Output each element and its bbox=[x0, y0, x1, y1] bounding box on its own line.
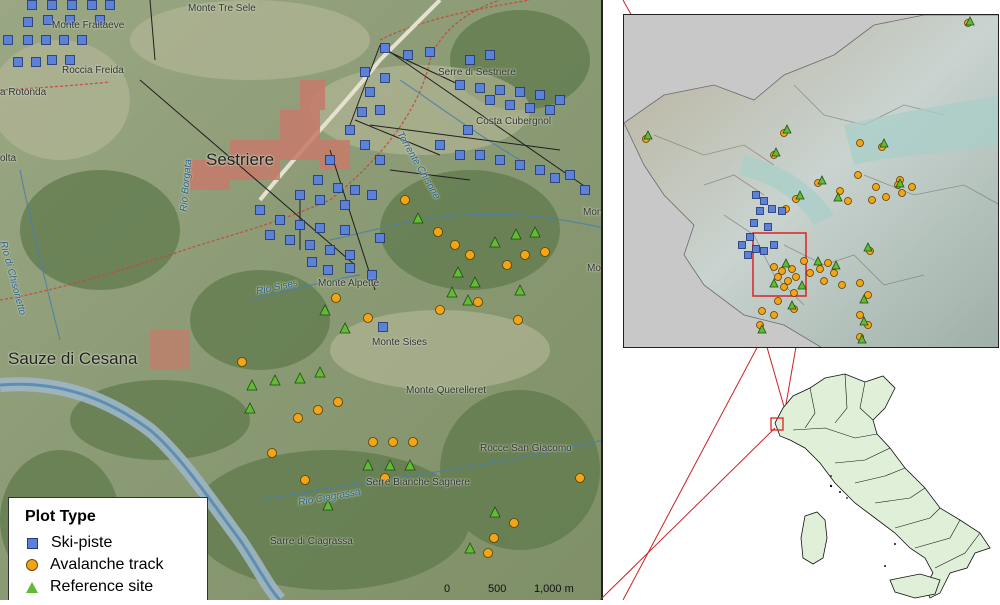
italy-locator-map[interactable] bbox=[735, 368, 1000, 600]
avalanche-track-plot[interactable] bbox=[830, 269, 838, 277]
ski-piste-plot[interactable] bbox=[752, 191, 760, 199]
avalanche-track-plot[interactable] bbox=[856, 311, 864, 319]
avalanche-track-plot[interactable] bbox=[856, 139, 864, 147]
avalanche-track-plot[interactable] bbox=[824, 259, 832, 267]
ski-piste-plot[interactable] bbox=[738, 241, 746, 249]
avalanche-track-plot[interactable] bbox=[758, 307, 766, 315]
ski-piste-plot[interactable] bbox=[760, 247, 768, 255]
ski-piste-plot[interactable] bbox=[764, 223, 772, 231]
sicily bbox=[889, 573, 941, 599]
ski-piste-plot[interactable] bbox=[756, 207, 764, 215]
avalanche-track-plot[interactable] bbox=[770, 311, 778, 319]
avalanche-track-plot[interactable] bbox=[882, 193, 890, 201]
avalanche-track-plot[interactable] bbox=[868, 196, 876, 204]
avalanche-track-plot[interactable] bbox=[806, 269, 814, 277]
ski-piste-plot[interactable] bbox=[750, 219, 758, 227]
ski-piste-plot[interactable] bbox=[760, 197, 768, 205]
avalanche-track-plot[interactable] bbox=[800, 257, 808, 265]
sardinia bbox=[800, 511, 828, 565]
ski-piste-plot[interactable] bbox=[746, 233, 754, 241]
ski-piste-plot[interactable] bbox=[744, 251, 752, 259]
avalanche-track-plot[interactable] bbox=[790, 289, 798, 297]
avalanche-track-plot[interactable] bbox=[780, 283, 788, 291]
italy-canvas bbox=[770, 373, 991, 599]
ski-piste-plot[interactable] bbox=[752, 245, 760, 253]
inset-region-relief bbox=[624, 15, 998, 347]
avalanche-track-plot[interactable] bbox=[872, 183, 880, 191]
avalanche-track-plot[interactable] bbox=[844, 197, 852, 205]
ski-piste-plot[interactable] bbox=[778, 207, 786, 215]
avalanche-track-plot[interactable] bbox=[898, 189, 906, 197]
avalanche-track-plot[interactable] bbox=[820, 277, 828, 285]
inset-region-map[interactable] bbox=[623, 14, 999, 348]
avalanche-track-plot[interactable] bbox=[774, 273, 782, 281]
inset-canvas bbox=[624, 15, 998, 347]
avalanche-track-plot[interactable] bbox=[774, 297, 782, 305]
ski-piste-plot[interactable] bbox=[768, 205, 776, 213]
avalanche-track-plot[interactable] bbox=[856, 279, 864, 287]
avalanche-track-plot[interactable] bbox=[854, 171, 862, 179]
ski-piste-plot[interactable] bbox=[770, 241, 778, 249]
avalanche-track-plot[interactable] bbox=[770, 263, 778, 271]
avalanche-track-plot[interactable] bbox=[816, 265, 824, 273]
italy-mainland bbox=[774, 373, 991, 599]
avalanche-track-plot[interactable] bbox=[908, 183, 916, 191]
avalanche-track-plot[interactable] bbox=[792, 273, 800, 281]
avalanche-track-plot[interactable] bbox=[838, 281, 846, 289]
